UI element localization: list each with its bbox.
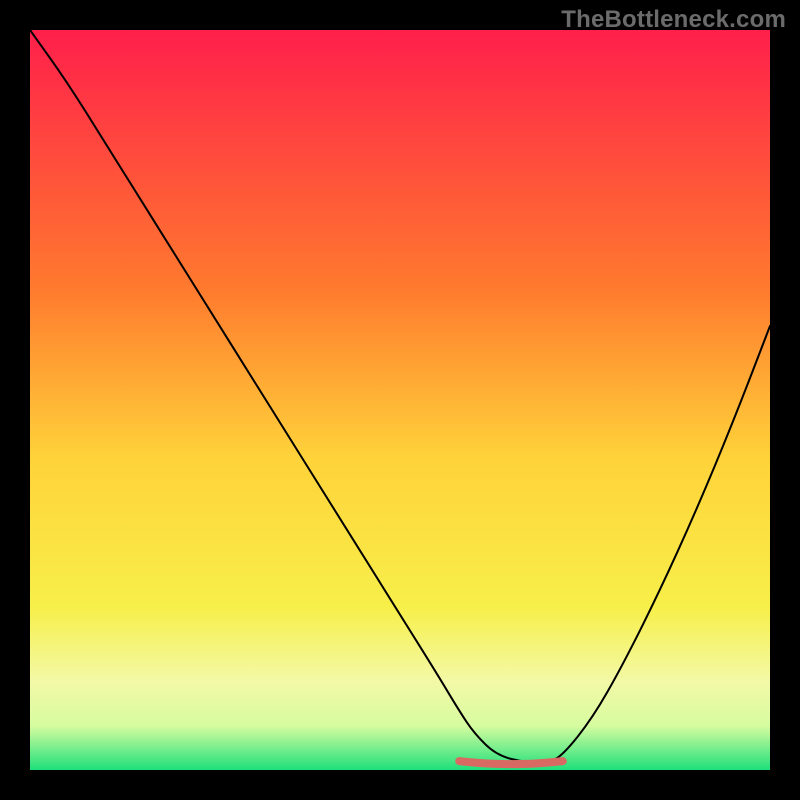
watermark: TheBottleneck.com <box>561 6 786 34</box>
plot-area <box>30 30 770 770</box>
series-optimal-zone <box>459 761 563 764</box>
gradient-background <box>30 30 770 770</box>
chart-svg <box>30 30 770 770</box>
chart-container: TheBottleneck.com <box>0 0 800 800</box>
